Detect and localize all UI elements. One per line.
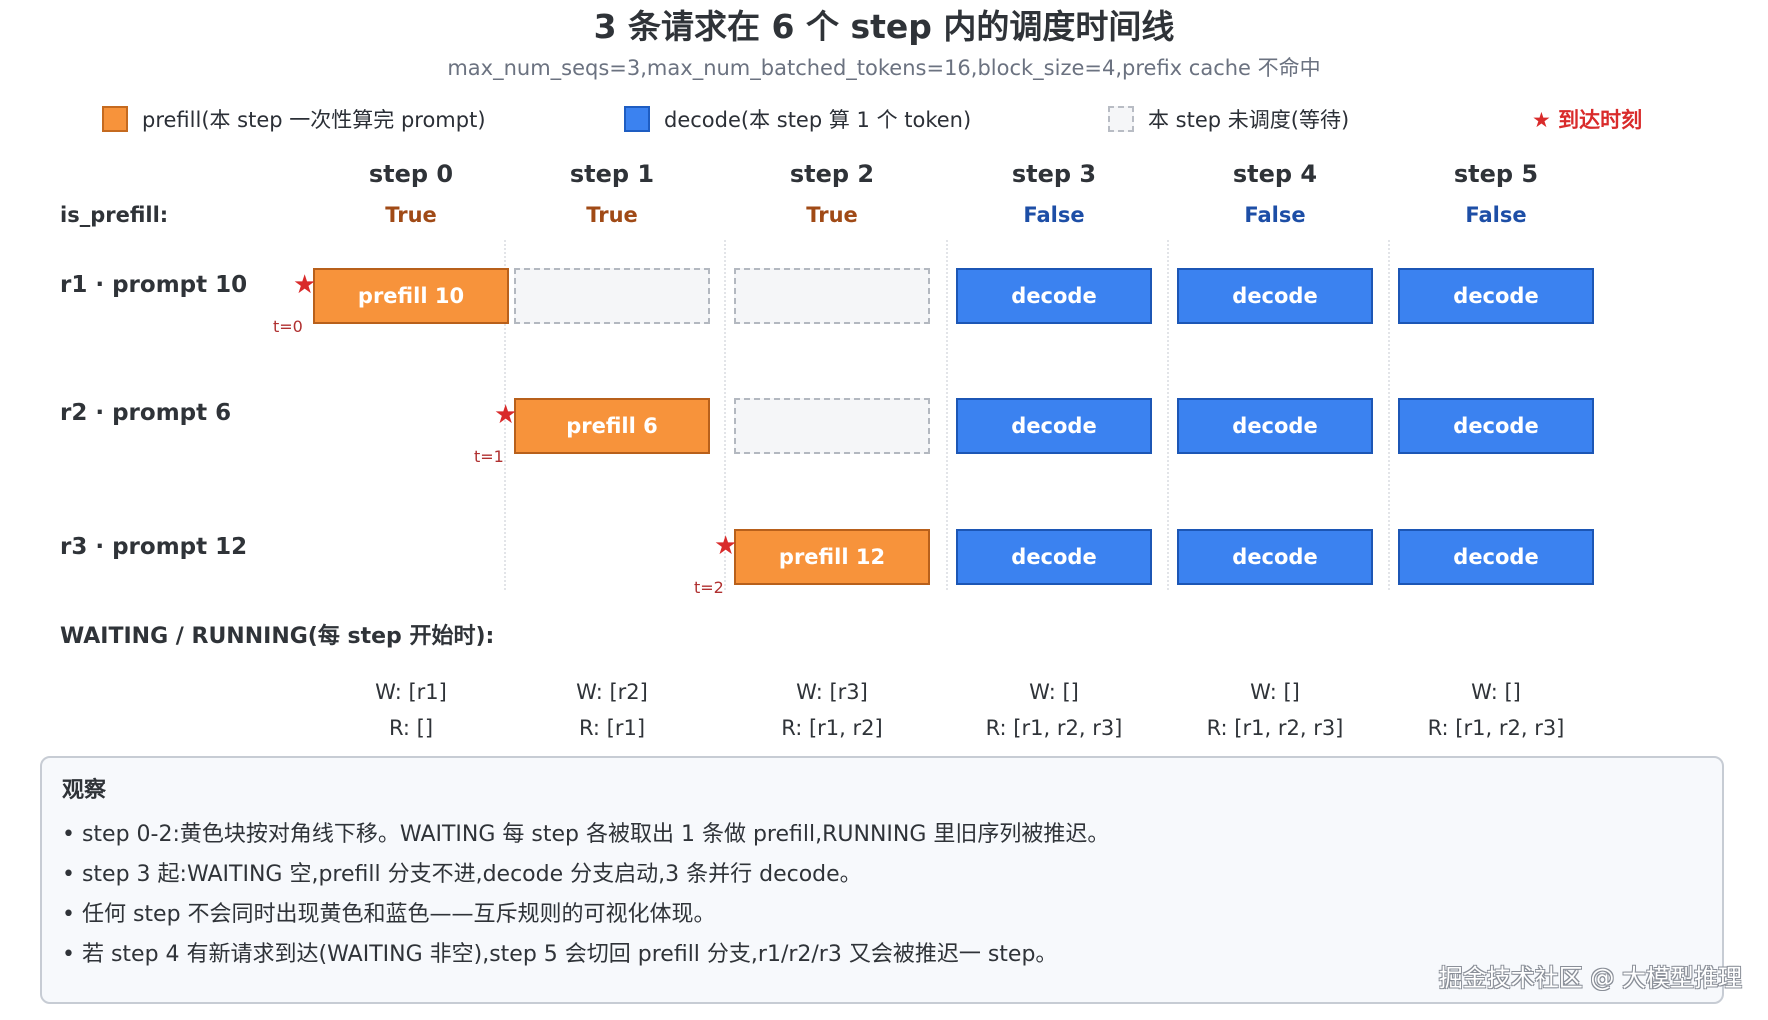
waiting-list: W: [r1]: [375, 680, 447, 704]
request-label: r1 · prompt 10: [60, 272, 248, 298]
decode-block: decode: [1177, 268, 1373, 324]
step-divider: [1388, 240, 1390, 590]
running-list: R: [r1, r2, r3]: [985, 716, 1123, 740]
decode-block: decode: [956, 268, 1152, 324]
is-prefill-value: True: [385, 203, 437, 227]
waiting-list: W: [r3]: [796, 680, 868, 704]
waiting-block: [734, 398, 930, 454]
waiting-list: W: []: [1471, 680, 1521, 704]
step-header: step 0: [368, 160, 454, 188]
decode-block: decode: [956, 529, 1152, 585]
decode-block: decode: [1398, 398, 1594, 454]
is-prefill-value: False: [1023, 203, 1085, 227]
waiting-list: W: []: [1029, 680, 1079, 704]
arrival-star-icon: ★: [293, 270, 317, 300]
arrival-star-icon: ★: [494, 400, 518, 430]
observation-item: • 任何 step 不会同时出现黄色和蓝色——互斥规则的可视化体现。: [62, 902, 716, 927]
step-header: step 2: [789, 160, 875, 188]
is-prefill-value: False: [1465, 203, 1527, 227]
legend-waiting-label: 本 step 未调度(等待): [1148, 108, 1350, 132]
waiting-block: [734, 268, 930, 324]
decode-block: decode: [1177, 398, 1373, 454]
running-list: R: [r1, r2]: [781, 716, 883, 740]
decode-block: decode: [1177, 529, 1373, 585]
running-list: R: [r1, r2, r3]: [1427, 716, 1565, 740]
legend-decode: decode(本 step 算 1 个 token): [624, 104, 971, 134]
decode-block: decode: [956, 398, 1152, 454]
watermark: 掘金技术社区 @ 大模型推理: [1438, 964, 1742, 992]
prefill-swatch: [102, 106, 128, 132]
legend-prefill: prefill(本 step 一次性算完 prompt): [102, 104, 486, 134]
legend-waiting: 本 step 未调度(等待): [1108, 104, 1349, 134]
decode-swatch: [624, 106, 650, 132]
waiting-running-heading: WAITING / RUNNING(每 step 开始时):: [60, 624, 495, 649]
prefill-block: prefill 12: [734, 529, 930, 585]
prefill-block: prefill 6: [514, 398, 710, 454]
step-header: step 5: [1453, 160, 1539, 188]
step-divider: [1167, 240, 1169, 590]
step-header: step 3: [1011, 160, 1097, 188]
observation-item: • step 0-2:黄色块按对角线下移。WAITING 每 step 各被取出…: [62, 822, 1110, 847]
running-list: R: []: [388, 716, 434, 740]
prefill-block: prefill 10: [313, 268, 509, 324]
waiting-swatch: [1108, 106, 1134, 132]
arrival-time-label: t=1: [474, 447, 504, 466]
is-prefill-value: False: [1244, 203, 1306, 227]
decode-block: decode: [1398, 529, 1594, 585]
legend-prefill-label: prefill(本 step 一次性算完 prompt): [142, 108, 486, 132]
is-prefill-value: True: [586, 203, 638, 227]
request-label: r3 · prompt 12: [60, 534, 248, 560]
arrival-time-label: t=2: [694, 578, 724, 597]
running-list: R: [r1]: [578, 716, 646, 740]
diagram-subtitle: max_num_seqs=3,max_num_batched_tokens=16…: [447, 56, 1321, 80]
observation-title: 观察: [62, 778, 107, 803]
legend-decode-label: decode(本 step 算 1 个 token): [664, 108, 972, 132]
waiting-list: W: []: [1250, 680, 1300, 704]
arrival-star-icon: ★: [714, 531, 738, 561]
step-header: step 1: [569, 160, 655, 188]
step-header: step 4: [1232, 160, 1318, 188]
decode-block: decode: [1398, 268, 1594, 324]
step-divider: [946, 240, 948, 590]
running-list: R: [r1, r2, r3]: [1206, 716, 1344, 740]
is-prefill-value: True: [806, 203, 858, 227]
diagram-title: 3 条请求在 6 个 step 内的调度时间线: [593, 7, 1175, 46]
observation-item: • 若 step 4 有新请求到达(WAITING 非空),step 5 会切回…: [62, 942, 1058, 967]
arrival-time-label: t=0: [273, 317, 303, 336]
is-prefill-label: is_prefill:: [60, 203, 169, 227]
observation-item: • step 3 起:WAITING 空,prefill 分支不进,decode…: [62, 862, 862, 887]
waiting-list: W: [r2]: [576, 680, 648, 704]
request-label: r2 · prompt 6: [60, 400, 232, 426]
legend-arrival: ★ 到达时刻: [1532, 108, 1643, 132]
waiting-block: [514, 268, 710, 324]
